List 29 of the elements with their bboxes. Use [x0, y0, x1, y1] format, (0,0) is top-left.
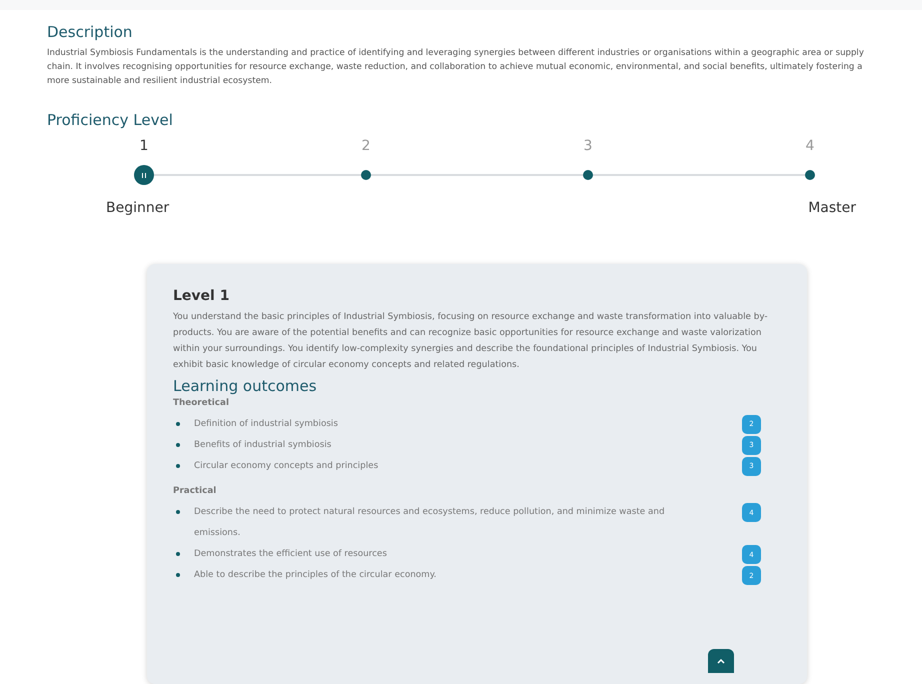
description-text: Industrial Symbiosis Fundamentals is the understanding and practice of identifying and leveraging synergies between different industries or organisations within a geographic area or supply chain. It involves recognising opportunities for resource exchange, waste reduction, and collaboration to achieve mutual economic, environmental, and social benefits, ultimately fostering a more sustainable and resilient industrial ecosystem.: [47, 47, 865, 88]
bullet-icon: [176, 573, 180, 578]
level-title: Level 1: [173, 287, 230, 306]
section-heading: Proficiency Level: [47, 110, 174, 130]
collapse-button[interactable]: [708, 649, 734, 673]
slider-handle[interactable]: [134, 165, 154, 185]
bullet-icon: [176, 552, 180, 556]
outcome-text: Able to describe the principles of the circular economy.: [194, 569, 438, 582]
bullet-icon: [176, 443, 180, 448]
slider-label: Master: [808, 199, 856, 218]
group-heading: Theoretical: [173, 397, 230, 410]
outcome-text: Describe the need to protect natural resources and ecosystems, reduce pollution, and minimize waste and emissions.: [194, 506, 666, 540]
step-number: 2: [362, 137, 370, 156]
bullet-icon: [176, 422, 180, 426]
group-heading: Practical: [173, 485, 218, 498]
outcome-text: Definition of industrial symbiosis: [194, 418, 339, 432]
learning-outcomes-heading: Learning outcomes: [173, 376, 318, 396]
chevron-up-icon: [717, 658, 725, 664]
bullet-icon: [176, 464, 180, 468]
outcome-text: Benefits of industrial symbiosis: [194, 439, 332, 452]
level-description: You understand the basic principles of Industrial Symbiosis, focusing on resource exchange and waste transformation into valuable by-products. You are aware of the potential benefits and can recognize basic opportunities for resource exchange and waste valorization within your surroundings. You identify low-complexity synergies and describe the foundational principles of Industrial Symbiosis. You exhibit basic knowledge of circular economy concepts and related regulations.: [173, 311, 769, 372]
outcome-text: Circular economy concepts and principles: [194, 460, 380, 474]
step-number: 3: [584, 137, 592, 156]
slider-label: Beginner: [106, 199, 170, 218]
step-number: 4: [806, 137, 814, 156]
bullet-icon: [176, 510, 180, 514]
step-number: 1: [140, 137, 148, 156]
section-heading: Description: [47, 22, 134, 42]
outcome-text: Demonstrates the efficient use of resources: [194, 548, 388, 562]
